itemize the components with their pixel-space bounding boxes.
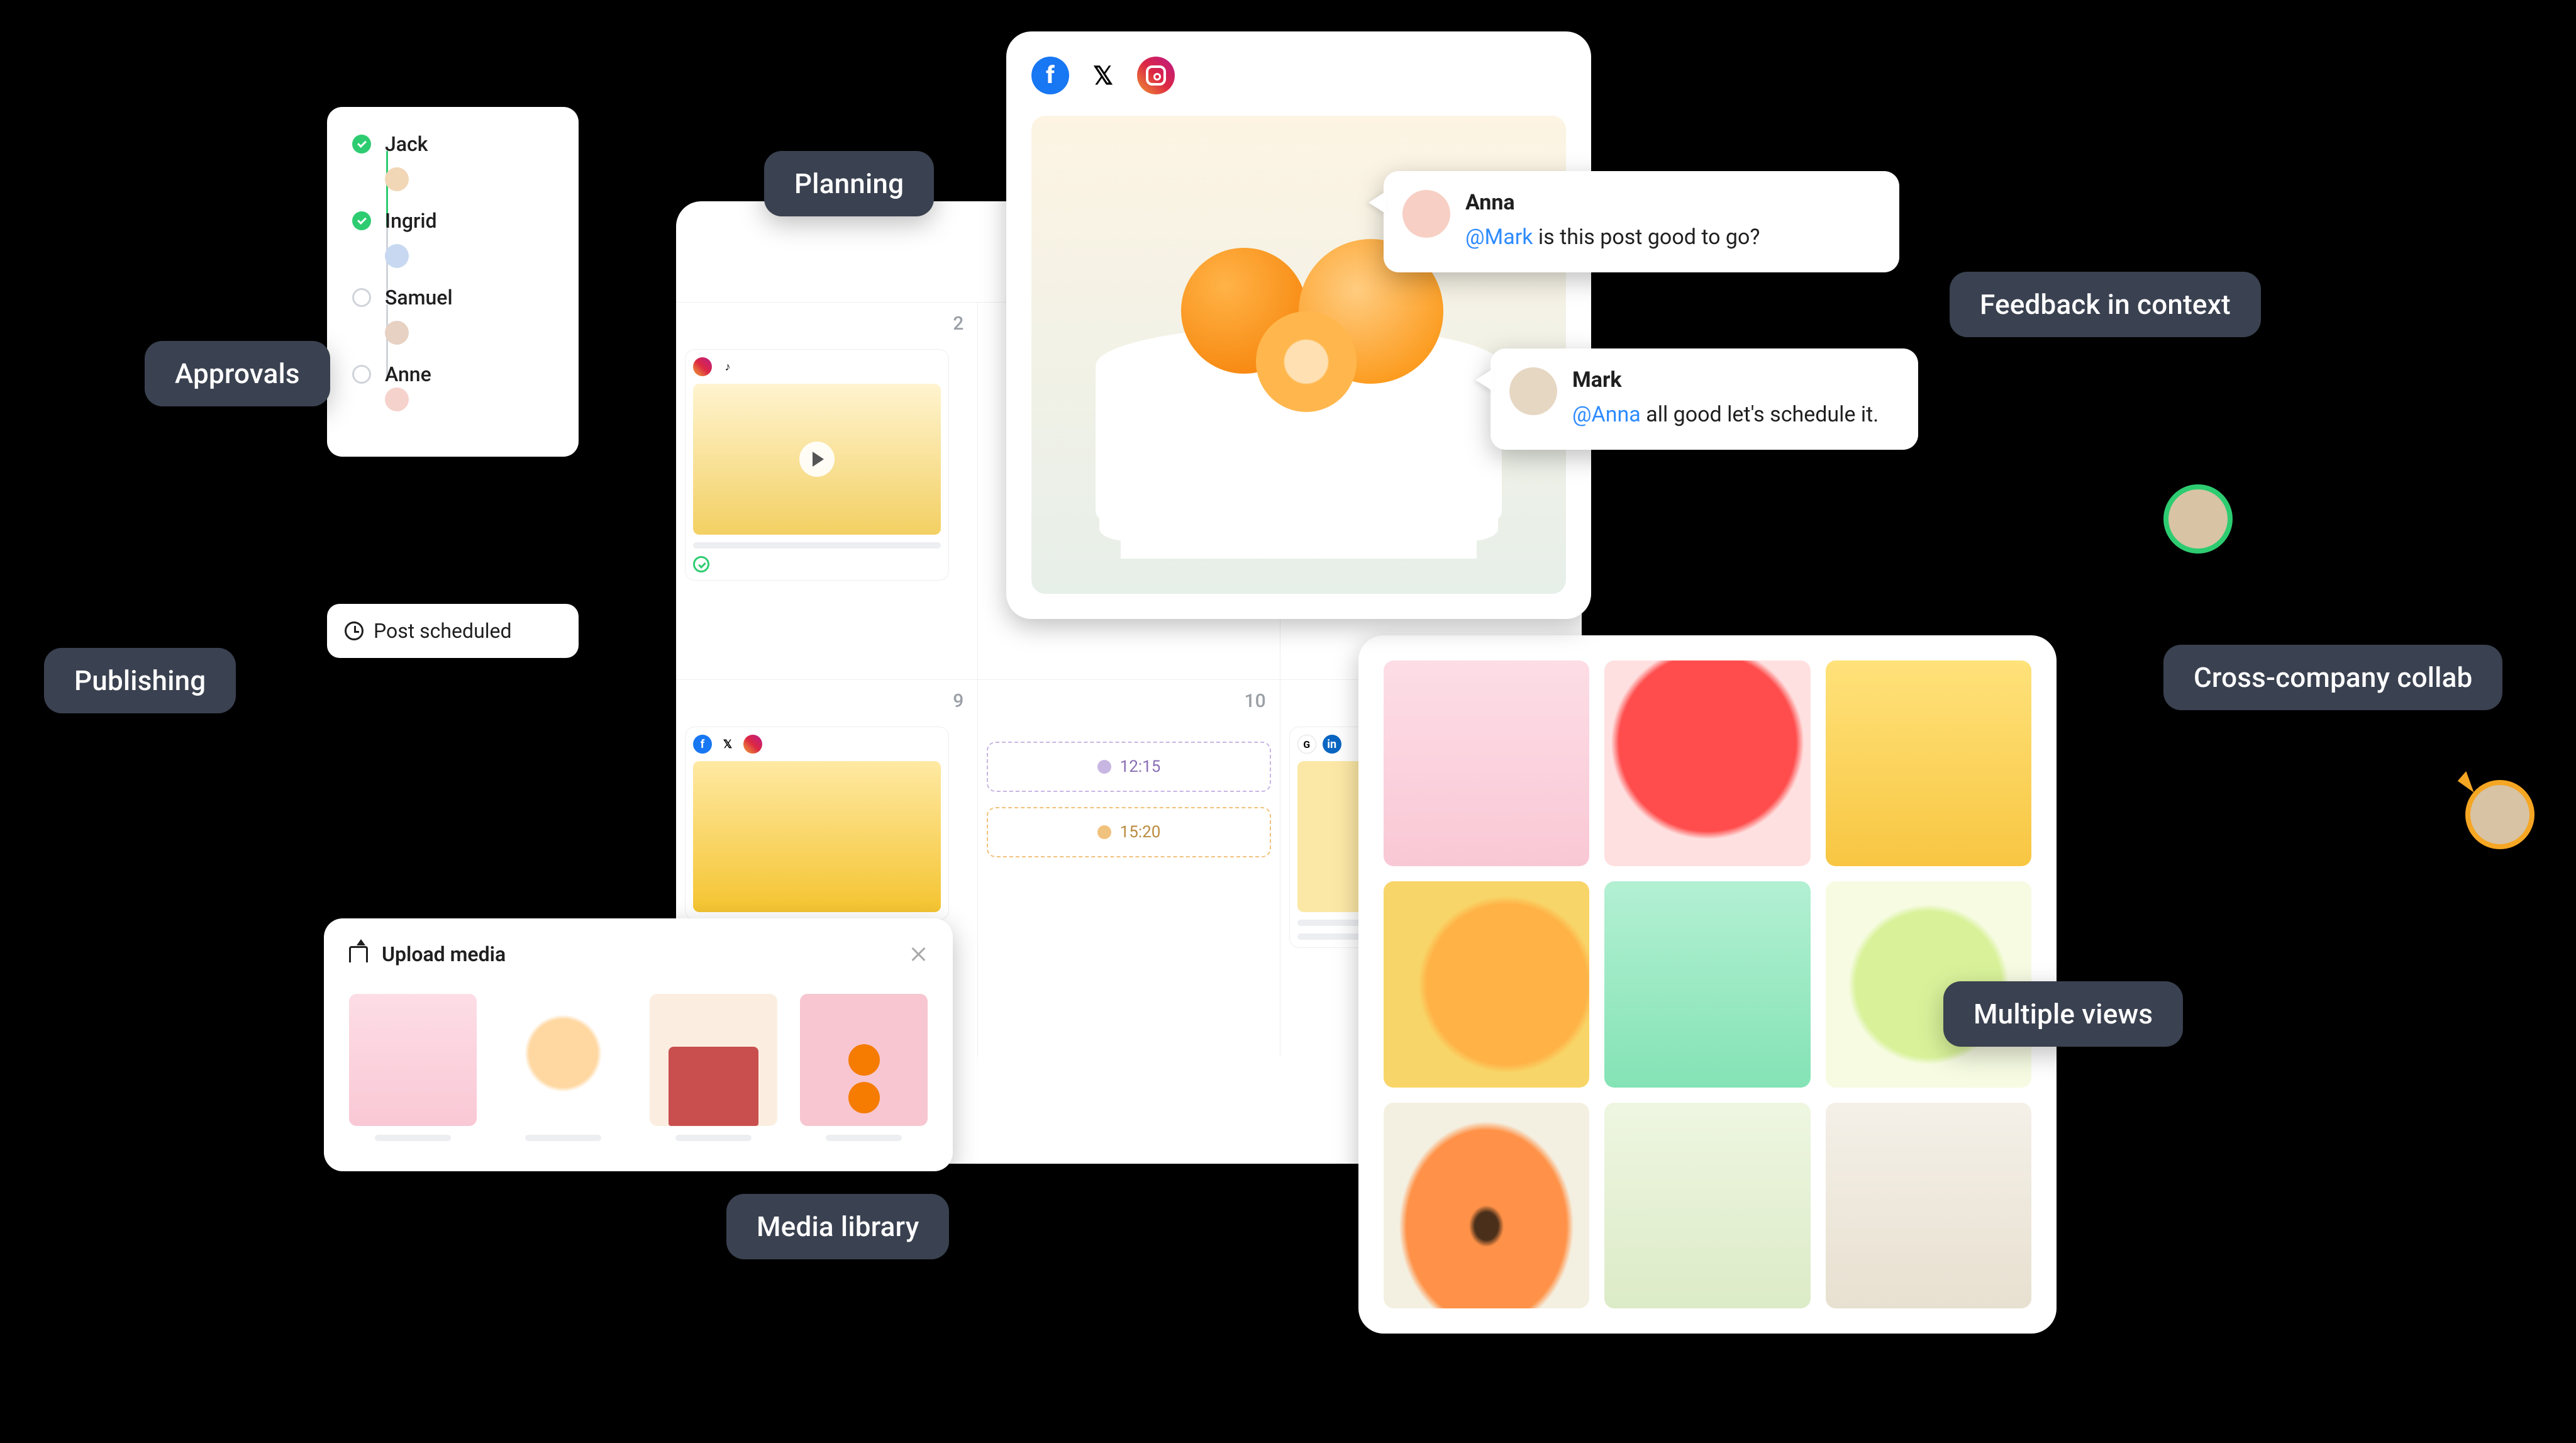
comment-author: Mark <box>1572 367 1879 393</box>
cross-company-label: Cross-company collab <box>2163 645 2502 710</box>
avatar <box>385 244 409 268</box>
avatar <box>1402 190 1450 238</box>
comment-text: @Mark is this post good to go? <box>1465 221 1760 254</box>
calendar-post[interactable]: f 𝕏 <box>685 727 949 920</box>
calendar-date: 2 <box>953 313 963 335</box>
approver-item: Jack <box>352 132 553 209</box>
instagram-icon[interactable] <box>1137 57 1175 94</box>
planning-label: Planning <box>764 151 934 216</box>
x-twitter-icon: 𝕏 <box>718 735 737 754</box>
composer-card[interactable]: f 𝕏 <box>1006 31 1591 619</box>
comment-bubble[interactable]: Mark @Anna all good let's schedule it. <box>1491 348 1918 450</box>
avatar <box>1509 367 1557 415</box>
media-item[interactable] <box>349 994 477 1141</box>
check-icon <box>352 135 371 153</box>
post-scheduled-text: Post scheduled <box>374 619 512 643</box>
avatar <box>385 321 409 345</box>
media-library-title: Upload media <box>382 942 506 966</box>
approvals-label: Approvals <box>145 341 330 406</box>
google-icon: G <box>1297 735 1316 754</box>
media-item[interactable] <box>650 994 777 1141</box>
grid-thumb[interactable] <box>1384 881 1589 1087</box>
grid-thumb[interactable] <box>1826 660 2031 866</box>
calendar-post[interactable]: ♪ <box>685 349 949 581</box>
linkedin-icon: in <box>1323 735 1341 754</box>
instagram-icon <box>743 735 762 754</box>
comment-bubble[interactable]: Anna @Mark is this post good to go? <box>1384 171 1899 272</box>
slot-time: 15:20 <box>1120 823 1161 842</box>
instagram-icon <box>693 357 712 376</box>
composer-networks: f 𝕏 <box>1031 57 1566 94</box>
calendar-cell[interactable]: 10 12:15 15:20 <box>978 680 1280 1057</box>
grid-thumb[interactable] <box>1604 660 1810 866</box>
approver-name: Anne <box>385 362 431 386</box>
approved-icon <box>693 556 709 572</box>
facebook-icon[interactable]: f <box>1031 57 1069 94</box>
comment-author: Anna <box>1465 190 1760 215</box>
tiktok-icon: ♪ <box>718 357 737 376</box>
approvals-card: Jack Ingrid Samuel Anne <box>327 107 579 457</box>
collaborator-cursor <box>2163 484 2233 554</box>
approver-item: Samuel <box>352 286 553 362</box>
collaborator-cursor <box>2465 780 2534 849</box>
approver-item: Anne <box>352 362 553 429</box>
approver-name: Ingrid <box>385 209 437 233</box>
grid-thumb[interactable] <box>1604 1103 1810 1308</box>
slot-dot-icon <box>1097 825 1111 839</box>
avatar <box>385 167 409 191</box>
close-icon[interactable] <box>910 945 928 963</box>
grid-thumb[interactable] <box>1384 660 1589 866</box>
post-thumb[interactable] <box>693 761 941 912</box>
avatar <box>385 387 409 411</box>
media-item[interactable] <box>499 994 627 1141</box>
post-video-thumb[interactable] <box>693 384 941 535</box>
publishing-label: Publishing <box>44 648 236 713</box>
approver-item: Ingrid <box>352 209 553 286</box>
pending-icon <box>352 288 371 307</box>
upload-icon <box>349 946 368 962</box>
media-library-card: Upload media <box>324 918 953 1171</box>
calendar-date: 10 <box>1245 690 1266 712</box>
clock-icon <box>345 621 364 640</box>
mention[interactable]: @Mark <box>1465 225 1533 250</box>
approver-name: Jack <box>385 132 428 156</box>
media-library-label: Media library <box>726 1194 949 1259</box>
check-icon <box>352 211 371 230</box>
media-item[interactable] <box>800 994 928 1141</box>
facebook-icon: f <box>693 735 712 754</box>
post-scheduled-chip: Post scheduled <box>327 604 579 658</box>
approver-name: Samuel <box>385 286 453 309</box>
feedback-label: Feedback in context <box>1950 272 2261 337</box>
multiple-views-label: Multiple views <box>1943 981 2183 1047</box>
calendar-cell[interactable]: 2 ♪ <box>676 303 978 679</box>
calendar-date: 9 <box>953 690 963 712</box>
grid-thumb[interactable] <box>1826 1103 2031 1308</box>
slot-dot-icon <box>1097 760 1111 774</box>
grid-thumb[interactable] <box>1604 881 1810 1087</box>
pending-icon <box>352 365 371 384</box>
calendar-time-slot[interactable]: 15:20 <box>987 807 1270 857</box>
mention[interactable]: @Anna <box>1572 402 1641 427</box>
calendar-time-slot[interactable]: 12:15 <box>987 742 1270 792</box>
comment-text: @Anna all good let's schedule it. <box>1572 399 1879 431</box>
x-twitter-icon[interactable]: 𝕏 <box>1084 57 1122 94</box>
slot-time: 12:15 <box>1120 757 1161 776</box>
grid-thumb[interactable] <box>1384 1103 1589 1308</box>
